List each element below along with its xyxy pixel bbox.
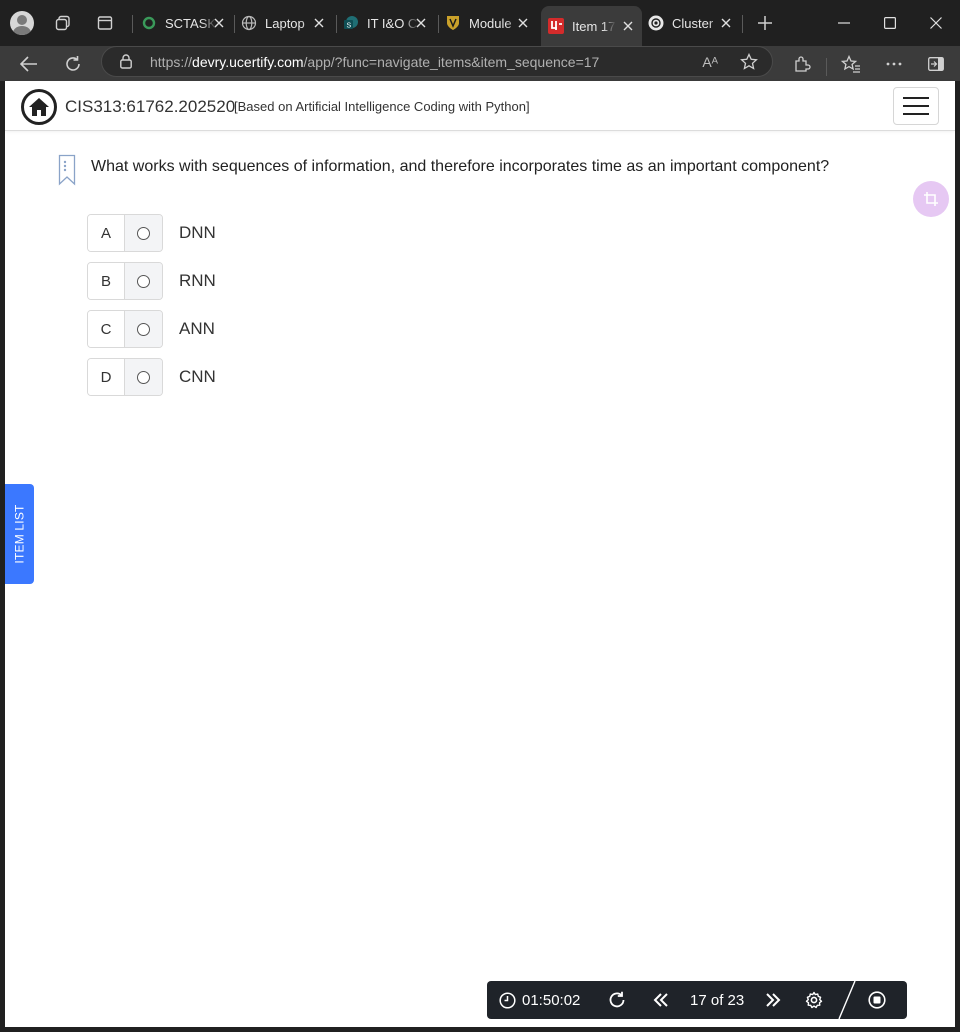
- option-letter: A: [88, 215, 125, 251]
- option-letter: D: [88, 359, 125, 395]
- tab-actions-icon[interactable]: [91, 9, 119, 37]
- clock-icon: [499, 991, 516, 1009]
- address-bar[interactable]: https://devry.ucertify.com/app/?func=nav…: [101, 46, 773, 77]
- tab-title: Laptop: [265, 15, 305, 31]
- timer[interactable]: 01:50:02: [499, 981, 580, 1019]
- tab-title: SCTASK: [165, 15, 217, 31]
- answer-option[interactable]: D CNN: [87, 358, 216, 396]
- favorite-star-icon[interactable]: [740, 52, 758, 76]
- servicenow-icon: [141, 15, 157, 31]
- bottom-control-bar: 01:50:02 17 of 23: [487, 981, 907, 1019]
- read-aloud-icon[interactable]: Aᴬ: [702, 54, 718, 70]
- openai-icon: [648, 15, 664, 31]
- hamburger-menu-button[interactable]: [893, 87, 939, 125]
- minimize-icon[interactable]: [824, 10, 864, 36]
- answer-option[interactable]: A DNN: [87, 214, 216, 252]
- sharepoint-icon: S: [343, 15, 359, 31]
- close-tab-icon[interactable]: [211, 15, 227, 31]
- browser-tab[interactable]: S IT I&O C: [343, 8, 435, 38]
- extensions-icon[interactable]: [787, 49, 817, 79]
- home-button[interactable]: [21, 89, 57, 125]
- more-options-icon[interactable]: [879, 49, 909, 79]
- item-list-label: ITEM LIST: [12, 504, 27, 564]
- globe-icon: [241, 15, 257, 31]
- reset-button[interactable]: [608, 981, 626, 1019]
- browser-tab[interactable]: Module: [445, 8, 537, 38]
- option-text[interactable]: ANN: [179, 319, 215, 339]
- tab-title: Module: [469, 15, 512, 31]
- devry-shield-icon: [445, 15, 461, 31]
- close-tab-icon[interactable]: [718, 15, 734, 31]
- previous-item-button[interactable]: [653, 981, 669, 1019]
- refresh-icon[interactable]: [58, 49, 88, 79]
- maximize-icon[interactable]: [870, 10, 910, 36]
- option-letter: C: [88, 311, 125, 347]
- favorites-icon[interactable]: [836, 49, 866, 79]
- lock-icon[interactable]: [120, 54, 134, 70]
- course-code: CIS313:61762.202520: [65, 97, 236, 116]
- url-text[interactable]: https://devry.ucertify.com/app/?func=nav…: [150, 54, 599, 70]
- timer-text: 01:50:02: [522, 991, 581, 1009]
- gear-icon: [805, 991, 823, 1009]
- tab-title: Item 17: [572, 18, 616, 34]
- close-tab-icon[interactable]: [515, 15, 531, 31]
- svg-text:S: S: [347, 23, 352, 30]
- close-tab-icon[interactable]: [620, 18, 636, 34]
- answer-option[interactable]: B RNN: [87, 262, 216, 300]
- profile-avatar[interactable]: [10, 11, 34, 35]
- browser-toolbar: https://devry.ucertify.com/app/?func=nav…: [0, 46, 960, 81]
- app-header: CIS313:61762.202520 [Based on Artificial…: [5, 81, 955, 131]
- option-text[interactable]: DNN: [179, 223, 216, 243]
- browser-tab[interactable]: SCTASK: [141, 8, 233, 38]
- page-content: CIS313:61762.202520 [Based on Artificial…: [5, 81, 955, 1027]
- double-chevron-left-icon: [653, 993, 668, 1007]
- close-tab-icon[interactable]: [413, 15, 429, 31]
- sidebar-toggle-icon[interactable]: [921, 49, 951, 79]
- end-test-button[interactable]: [868, 981, 886, 1019]
- option-text[interactable]: RNN: [179, 271, 216, 291]
- close-tab-icon[interactable]: [311, 15, 327, 31]
- tab-title: IT I&O C: [367, 15, 418, 31]
- settings-button[interactable]: [805, 981, 823, 1019]
- course-subtitle: [Based on Artificial Intelligence Coding…: [234, 99, 530, 114]
- answer-option[interactable]: C ANN: [87, 310, 216, 348]
- bookmark-icon[interactable]: [58, 154, 76, 186]
- browser-tab[interactable]: Cluster: [648, 8, 740, 38]
- close-window-icon[interactable]: [916, 10, 956, 36]
- option-letter: B: [88, 263, 125, 299]
- workspaces-icon[interactable]: [49, 9, 77, 37]
- browser-tab-bar: SCTASK Laptop S IT I&O C Module Item 17 …: [0, 0, 960, 46]
- option-radio[interactable]: [137, 322, 150, 336]
- back-arrow-icon[interactable]: [14, 49, 44, 79]
- option-radio[interactable]: [137, 226, 150, 240]
- tab-title: Cluster: [672, 15, 714, 31]
- item-list-tab[interactable]: ITEM LIST: [5, 484, 34, 584]
- item-progress: 17 of 23: [690, 991, 745, 1009]
- new-tab-button[interactable]: [752, 10, 778, 36]
- double-chevron-right-icon: [766, 993, 781, 1007]
- divider-slash: [838, 981, 856, 1019]
- browser-tab[interactable]: Laptop: [241, 8, 333, 38]
- option-text[interactable]: CNN: [179, 367, 216, 387]
- crop-icon: [924, 192, 938, 206]
- crop-button[interactable]: [913, 181, 949, 217]
- option-radio[interactable]: [137, 370, 150, 384]
- next-item-button[interactable]: [765, 981, 781, 1019]
- option-radio[interactable]: [137, 274, 150, 288]
- redo-icon: [609, 991, 625, 1008]
- browser-tab-active[interactable]: Item 17: [541, 6, 642, 46]
- question-text: What works with sequences of information…: [91, 158, 830, 175]
- answer-options: A DNN B RNN C ANN D CNN: [87, 214, 216, 406]
- ucertify-icon: [548, 18, 564, 34]
- stop-icon: [868, 991, 886, 1009]
- home-icon: [29, 98, 49, 116]
